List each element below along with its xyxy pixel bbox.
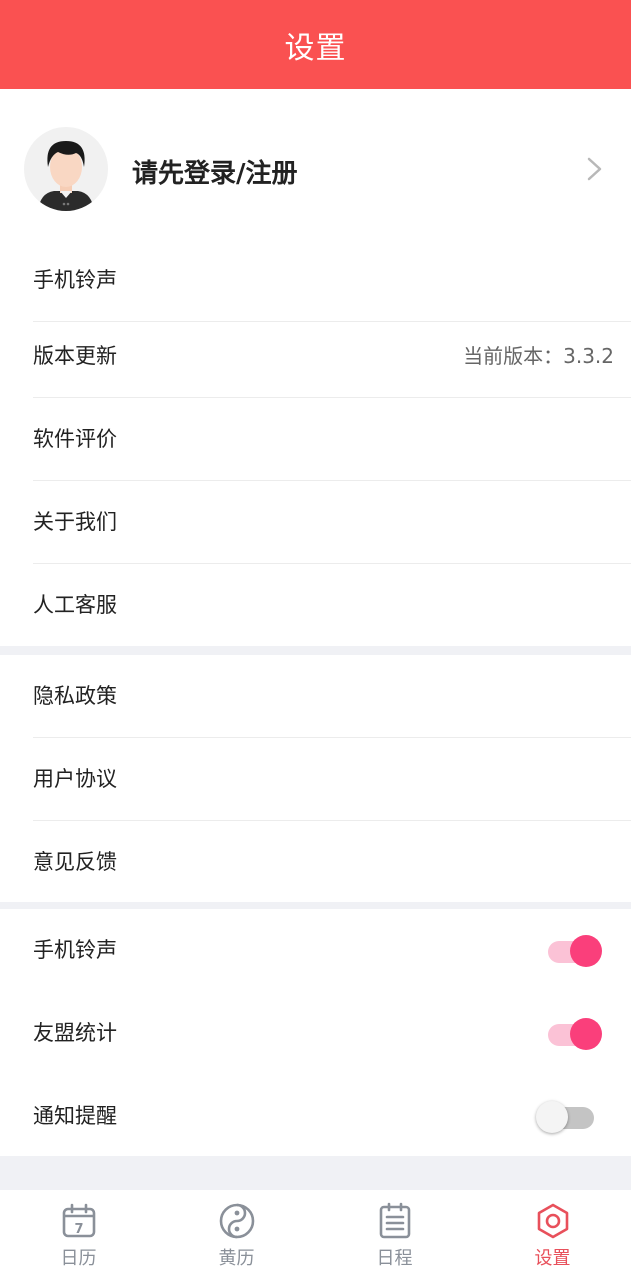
header-bar: 设置: [0, 0, 631, 89]
menu-item-label: 手机铃声: [33, 268, 117, 292]
menu-item-label: 用户协议: [33, 767, 117, 791]
chevron-right-icon: [587, 157, 602, 181]
menu-item-version-update[interactable]: 版本更新 当前版本：3.3.2: [0, 315, 631, 398]
settings-group-toggles: 手机铃声 友盟统计 通知提醒: [0, 909, 631, 1156]
tab-label: 日程: [376, 1248, 413, 1269]
menu-item-label: 软件评价: [33, 427, 117, 451]
schedule-list-icon: [379, 1202, 411, 1239]
toggle-row-umeng-stats: 友盟统计: [0, 992, 631, 1075]
settings-group-general: 请先登录/注册 手机铃声 版本更新 当前版本：3.3.2 软件评价 关于我们 人…: [0, 89, 631, 646]
umeng-stats-toggle[interactable]: [536, 1016, 604, 1052]
calendar-day-number: 7: [74, 1222, 83, 1237]
yin-yang-icon: [219, 1203, 255, 1239]
menu-item-privacy-policy[interactable]: 隐私政策: [0, 655, 631, 738]
toggle-label: 友盟统计: [33, 1021, 117, 1045]
avatar: [24, 127, 108, 211]
menu-item-label: 隐私政策: [33, 684, 117, 708]
tab-schedule[interactable]: 日程: [316, 1190, 473, 1280]
notification-toggle[interactable]: [536, 1099, 604, 1135]
current-version-text: 当前版本：3.3.2: [463, 344, 614, 368]
settings-group-legal: 隐私政策 用户协议 意见反馈: [0, 655, 631, 902]
toggle-knob: [536, 1101, 568, 1133]
settings-hex-icon: [537, 1203, 569, 1239]
toggle-label: 通知提醒: [33, 1104, 117, 1128]
calendar-icon: 7: [62, 1203, 96, 1238]
menu-item-user-agreement[interactable]: 用户协议: [0, 738, 631, 821]
page-title: 设置: [284, 30, 347, 66]
tab-settings[interactable]: 设置: [474, 1190, 631, 1280]
menu-item-label: 关于我们: [33, 510, 117, 534]
tab-label: 设置: [534, 1248, 571, 1269]
menu-item-rate-app[interactable]: 软件评价: [0, 398, 631, 481]
tab-label: 日历: [60, 1248, 97, 1269]
menu-item-customer-service[interactable]: 人工客服: [0, 564, 631, 647]
menu-item-feedback[interactable]: 意见反馈: [0, 821, 631, 904]
menu-item-label: 意见反馈: [33, 850, 117, 874]
login-register-text: 请先登录/注册: [132, 159, 298, 189]
menu-item-label: 版本更新: [33, 344, 117, 368]
toggle-row-ringtone: 手机铃声: [0, 909, 631, 992]
menu-item-label: 人工客服: [33, 593, 117, 617]
tab-calendar[interactable]: 7 日历: [0, 1190, 157, 1280]
profile-login-row[interactable]: 请先登录/注册: [0, 89, 631, 239]
toggle-knob: [570, 1018, 602, 1050]
toggle-knob: [570, 935, 602, 967]
toggle-label: 手机铃声: [33, 938, 117, 962]
toggle-row-notification: 通知提醒: [0, 1075, 631, 1158]
ringtone-toggle[interactable]: [536, 933, 604, 969]
tab-label: 黄历: [218, 1248, 255, 1269]
bottom-tab-bar: 7 日历 黄历 日程 设置: [0, 1190, 631, 1280]
tab-almanac[interactable]: 黄历: [158, 1190, 315, 1280]
menu-item-ringtone[interactable]: 手机铃声: [0, 239, 631, 322]
menu-item-about-us[interactable]: 关于我们: [0, 481, 631, 564]
